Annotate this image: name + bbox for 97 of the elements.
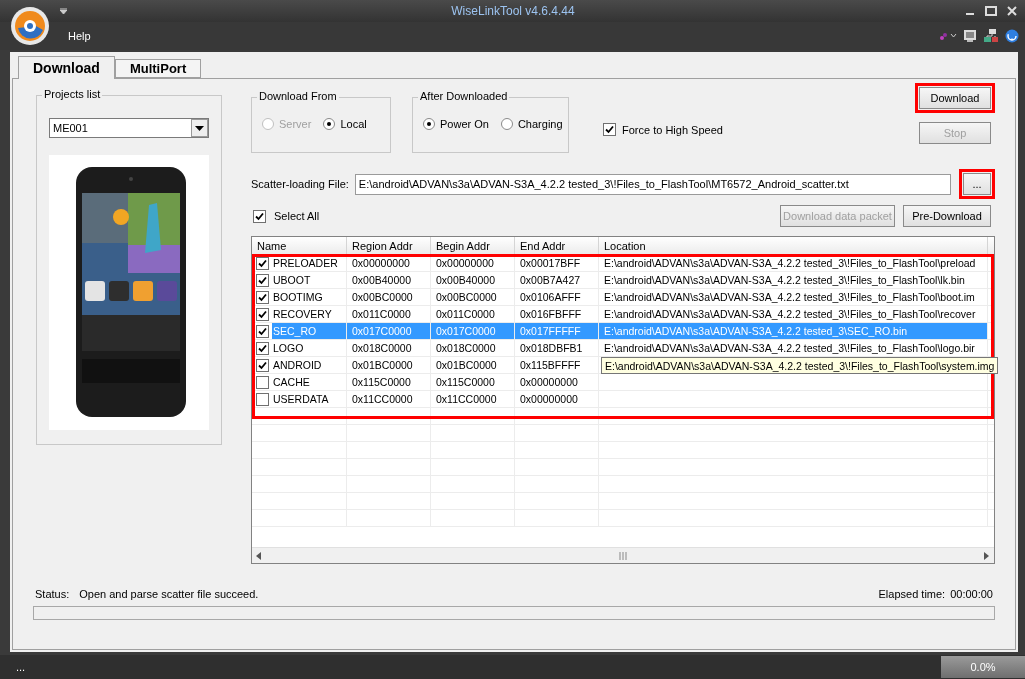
table-cell: 0x00000000 <box>515 391 599 407</box>
table-cell-text: BOOTIMG <box>272 290 324 305</box>
table-cell: E:\android\ADVAN\s3a\ADVAN-S3A_4.2.2 tested_3\SEC_RO.bin <box>599 323 988 339</box>
table-cell: 0x017FFFFF <box>515 323 599 339</box>
browse-button[interactable]: ... <box>963 173 991 195</box>
help-icon[interactable] <box>1005 29 1019 43</box>
action-button[interactable]: Download <box>919 87 991 109</box>
table-cell: 0x018C0000 <box>347 340 431 356</box>
network-icon[interactable] <box>983 28 999 44</box>
checkbox[interactable] <box>256 324 269 338</box>
radio-label: Local <box>340 118 367 130</box>
table-cell: SEC_RO <box>272 323 346 339</box>
table-cell: 0x011C0000 <box>431 306 515 322</box>
menu-item[interactable]: Help <box>68 30 91 42</box>
table-cell: 0x00BC0000 <box>431 289 515 305</box>
table-cell: 0x00000000 <box>431 255 515 271</box>
tab[interactable]: MultiPort <box>114 59 202 78</box>
checkbox[interactable] <box>256 273 269 287</box>
table-cell: E:\android\ADVAN\s3a\ADVAN-S3A_4.2.2 tested_3\!Files_to_FlashTool\lk.bin <box>599 272 988 288</box>
table-cell: E:\android\ADVAN\s3a\ADVAN-S3A_4.2.2 tested_3\!Files_to_FlashTool\preload <box>599 255 988 271</box>
table-cell: 0x115C0000 <box>347 374 431 390</box>
table-cell: 0x017C0000 <box>431 323 515 339</box>
status-label: Status: <box>35 588 70 600</box>
table-cell: 0x00000000 <box>515 374 599 390</box>
table-cell: 0x017C0000 <box>347 323 431 339</box>
table-cell: 0x00BC0000 <box>347 289 431 305</box>
action-button[interactable]: Pre-Download <box>903 205 991 227</box>
tooltip: E:\android\ADVAN\s3a\ADVAN-S3A_4.2.2 tested_3\!Files_to_FlashTool\system.img <box>601 357 999 374</box>
radio-button[interactable] <box>423 118 435 130</box>
radio-label: Power On <box>440 118 489 130</box>
checkbox-label: Force to High Speed <box>622 123 723 136</box>
status-text: Open and parse scatter file succeed. <box>79 588 259 600</box>
group-title: Projects list <box>42 88 103 100</box>
percent-indicator: 0.0% <box>941 656 1025 678</box>
checkbox-label: Select All <box>274 210 320 222</box>
scroll-thumb-grip-icon[interactable] <box>619 551 627 560</box>
column-header[interactable]: Location <box>599 237 988 254</box>
table-cell: 0x016FBFFF <box>515 306 599 322</box>
group-title: Download From <box>257 90 339 102</box>
palette-icon[interactable] <box>939 31 957 41</box>
table-cell: 0x018C0000 <box>431 340 515 356</box>
status-bar-text: ... <box>16 661 27 673</box>
elapsed-label: Elapsed time: <box>878 588 946 600</box>
table-cell: 0x00000000 <box>347 255 431 271</box>
column-header[interactable]: Name <box>252 237 347 254</box>
scroll-right-arrow-icon[interactable] <box>984 551 990 560</box>
scatter-file-field[interactable]: E:\android\ADVAN\s3a\ADVAN-S3A_4.2.2 tested_3\!Files_to_FlashTool\MT6572_Android_scatter.txt <box>354 173 951 195</box>
table-cell: 0x00B40000 <box>347 272 431 288</box>
radio-label: Server <box>279 118 312 130</box>
group-title: After Downloaded <box>418 90 510 102</box>
table-cell: E:\android\ADVAN\s3a\ADVAN-S3A_4.2.2 tested_3\!Files_to_FlashTool\logo.bir <box>599 340 988 356</box>
table-cell: 0x11CC0000 <box>347 391 431 407</box>
table-cell: 0x11CC0000 <box>431 391 515 407</box>
table-cell-text: RECOVERY <box>272 307 333 322</box>
checkbox[interactable] <box>253 209 266 223</box>
table-cell: 0x018DBFB1 <box>515 340 599 356</box>
horizontal-scrollbar[interactable] <box>252 547 994 563</box>
checkbox[interactable] <box>256 358 269 372</box>
table-cell: 0x0106AFFF <box>515 289 599 305</box>
checkbox[interactable] <box>256 307 269 321</box>
radio-button[interactable] <box>500 118 513 130</box>
column-header[interactable]: End Addr <box>515 237 599 254</box>
table-cell: E:\android\ADVAN\s3a\ADVAN-S3A_4.2.2 tested_3\!Files_to_FlashTool\boot.im <box>599 289 988 305</box>
maximize-icon[interactable] <box>985 6 997 16</box>
table-cell: 0x01BC0000 <box>347 357 431 373</box>
table-cell: 0x01BC0000 <box>431 357 515 373</box>
elapsed-time: 00:00:00 <box>950 588 993 600</box>
table-cell-text: ANDROID <box>272 358 323 373</box>
column-header[interactable]: Begin Addr <box>431 237 515 254</box>
table-cell: 0x00B40000 <box>431 272 515 288</box>
close-icon[interactable] <box>1007 6 1017 16</box>
table-cell: 0x00B7A427 <box>515 272 599 288</box>
table-cell: E:\android\ADVAN\s3a\ADVAN-S3A_4.2.2 tested_3\!Files_to_FlashTool\recover <box>599 306 988 322</box>
table-cell: 0x115BFFFF <box>515 357 599 373</box>
radio-label: Charging <box>517 118 563 130</box>
monitor-icon[interactable] <box>963 29 977 43</box>
tab[interactable]: Download <box>18 56 115 79</box>
table-cell: 0x115C0000 <box>431 374 515 390</box>
table-cell-text: LOGO <box>272 341 305 356</box>
field-label: Scatter-loading File: <box>251 178 349 190</box>
checkbox[interactable] <box>256 392 269 406</box>
project-dropdown[interactable]: ME001 <box>49 118 209 138</box>
caret-icon[interactable] <box>60 8 67 14</box>
table-cell-text: USERDATA <box>272 392 330 407</box>
table-cell-text: PRELOADER <box>272 256 339 271</box>
checkbox[interactable] <box>603 123 616 136</box>
table-cell: 0x00017BFF <box>515 255 599 271</box>
scroll-left-arrow-icon[interactable] <box>256 551 262 560</box>
table-cell: 0x011C0000 <box>347 306 431 322</box>
table-cell-text: UBOOT <box>272 273 312 288</box>
checkbox[interactable] <box>256 290 269 304</box>
window-title: WiseLinkTool v4.6.4.44 <box>450 4 576 18</box>
radio-button[interactable] <box>323 118 336 130</box>
checkbox[interactable] <box>256 375 269 389</box>
table-cell-text: CACHE <box>272 375 311 390</box>
checkbox[interactable] <box>256 341 269 355</box>
column-header[interactable]: Region Addr <box>347 237 431 254</box>
